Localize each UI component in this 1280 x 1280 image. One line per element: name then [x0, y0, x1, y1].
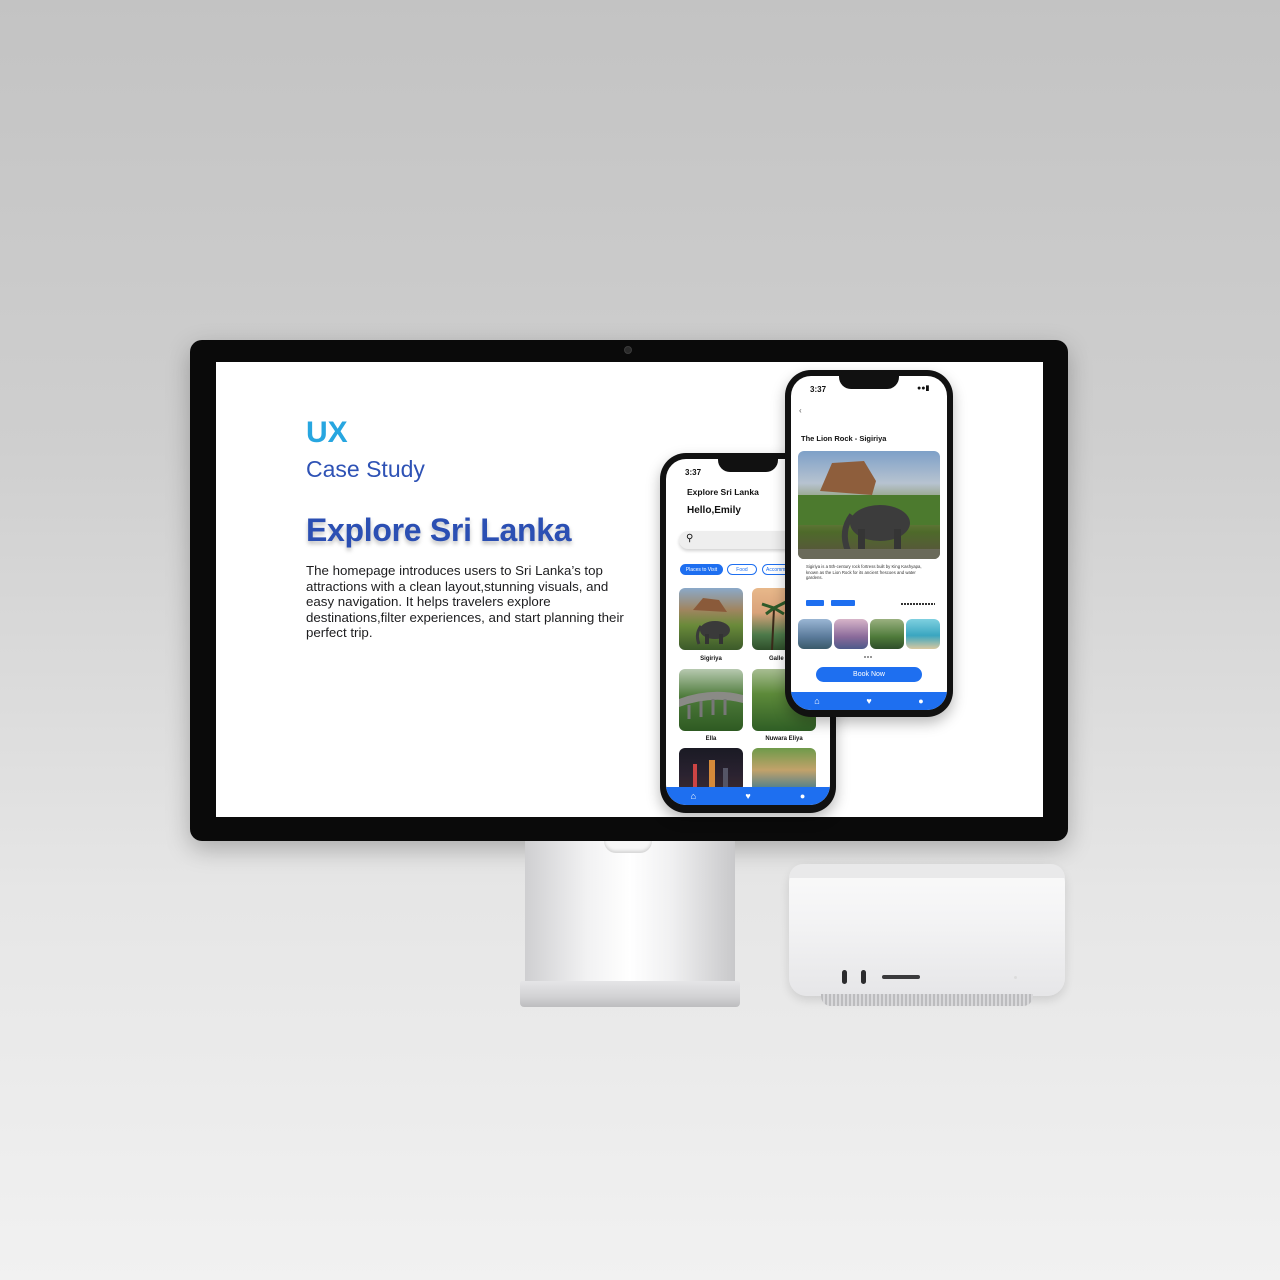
book-now-button[interactable]: Book Now: [816, 667, 922, 682]
usb-c-port: [861, 970, 866, 984]
ux-title: UX: [306, 416, 348, 449]
gallery-thumb[interactable]: [906, 619, 940, 649]
webcam: [624, 346, 632, 354]
mac-studio-top: [789, 864, 1065, 878]
sigiriya-photo: [693, 598, 730, 645]
chip-food[interactable]: Food: [727, 564, 757, 575]
bottom-tab-bar: ⌂ ♥ ●: [791, 692, 947, 710]
phone-notch: [718, 459, 778, 472]
home-icon[interactable]: ⌂: [814, 696, 819, 706]
profile-icon[interactable]: ●: [918, 696, 923, 706]
info-tag: [806, 600, 824, 606]
mac-studio: [789, 864, 1065, 996]
headline: Explore Sri Lanka: [306, 512, 572, 548]
mac-studio-vent: [821, 994, 1033, 1006]
rating-dots: [901, 603, 935, 605]
place-label: Sigiriya: [700, 656, 722, 662]
power-led: [1014, 976, 1017, 979]
gallery-thumb[interactable]: [870, 619, 904, 649]
attraction-description: Sigiriya is a 5th-century rock fortress …: [806, 564, 922, 581]
heart-icon[interactable]: ♥: [866, 696, 871, 706]
gallery-pager: [864, 656, 872, 658]
chevron-left-icon: ‹: [799, 406, 802, 415]
hero-photo: [798, 451, 940, 559]
place-card-ella[interactable]: [679, 669, 743, 731]
chip-places[interactable]: Places to Visit: [680, 564, 723, 575]
place-card-beach[interactable]: [752, 748, 816, 792]
greeting: Hello,Emily: [687, 505, 741, 516]
description: The homepage introduces users to Sri Lan…: [306, 563, 624, 641]
place-card-colombo[interactable]: [679, 748, 743, 792]
place-card-sigiriya[interactable]: [679, 588, 743, 650]
profile-icon[interactable]: ●: [800, 791, 805, 801]
place-label: Nuwara Eliya: [765, 736, 803, 742]
info-tag: [831, 600, 855, 606]
heart-icon[interactable]: ♥: [745, 791, 750, 801]
app-title: Explore Sri Lanka: [687, 487, 759, 497]
back-button[interactable]: ‹: [799, 406, 802, 415]
case-study-subtitle: Case Study: [306, 456, 425, 482]
sd-card-slot: [882, 975, 920, 979]
gallery-thumb[interactable]: [798, 619, 832, 649]
sigiriya-elephant-photo: [798, 461, 940, 559]
search-icon: ⚲: [686, 533, 694, 544]
status-time: 3:37: [810, 385, 827, 394]
usb-c-port: [842, 970, 847, 984]
ella-photo: [679, 691, 743, 719]
monitor-stand: [525, 841, 735, 981]
bottom-tab-bar: ⌂ ♥ ●: [666, 787, 830, 805]
attraction-title: The Lion Rock - Sigiriya: [801, 434, 887, 443]
status-icons: ●●▮: [917, 385, 930, 392]
place-label: Ella: [705, 736, 717, 742]
phone-notch: [839, 376, 899, 389]
colombo-photo: [693, 760, 728, 792]
monitor-stand-base: [520, 981, 740, 1007]
detail-phone-screen: 3:37 ●●▮ ‹ The Lion Rock - Sigiriya Sigi…: [791, 376, 947, 710]
gallery-thumb[interactable]: [834, 619, 868, 649]
status-time: 3:37: [685, 468, 702, 477]
home-icon[interactable]: ⌂: [691, 791, 696, 801]
stand-cable-hole: [604, 841, 652, 853]
